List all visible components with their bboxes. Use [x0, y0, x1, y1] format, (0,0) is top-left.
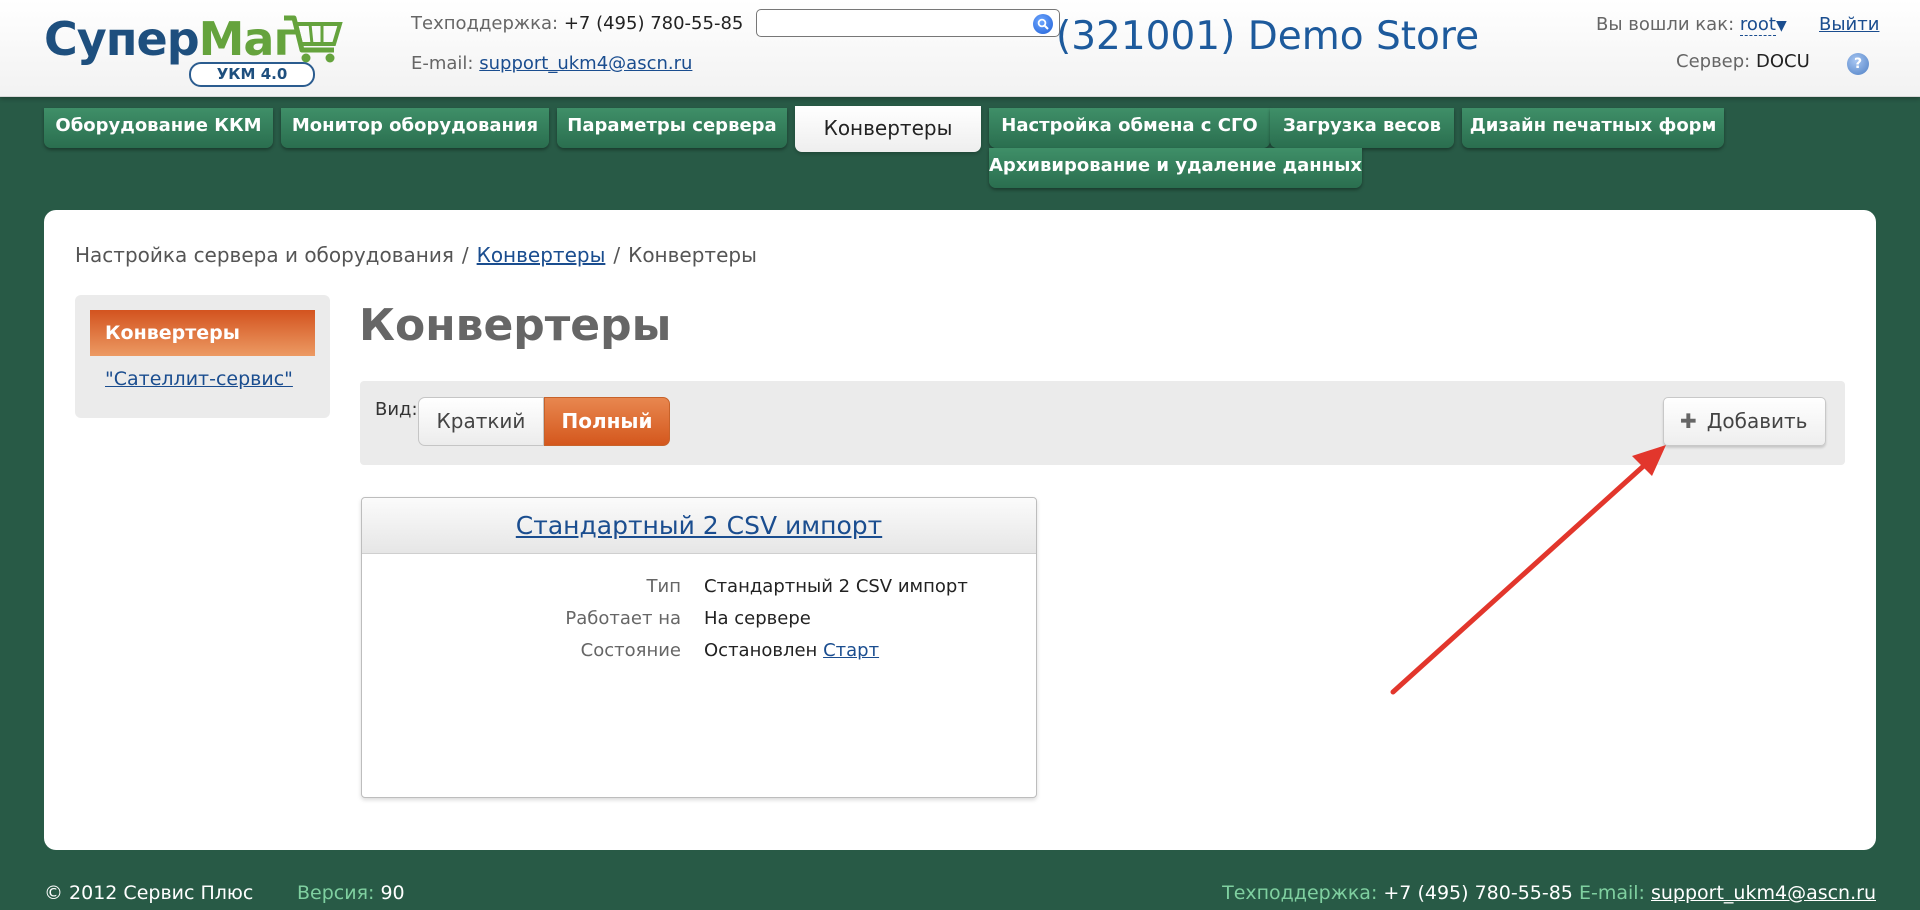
- footer-version-value: 90: [380, 882, 405, 904]
- converter-runs-on-value: На сервере: [704, 608, 811, 629]
- server-label: Сервер:: [1676, 51, 1751, 72]
- view-label: Вид:: [375, 399, 418, 420]
- sidebar-item-converters[interactable]: Конвертеры: [90, 310, 315, 356]
- user-info: Вы вошли как: root▼: [1596, 14, 1787, 36]
- tab-server-params[interactable]: Параметры сервера: [557, 108, 787, 148]
- footer-email-label: E-mail:: [1578, 882, 1645, 904]
- tab-archiving[interactable]: Архивирование и удаление данных: [989, 148, 1362, 188]
- tab-converters[interactable]: Конвертеры: [795, 106, 981, 152]
- converter-state-text: Остановлен: [704, 640, 818, 661]
- breadcrumb-converters-link[interactable]: Конвертеры: [477, 243, 606, 267]
- converter-type-value: Стандартный 2 CSV импорт: [704, 576, 968, 597]
- support-info: Техподдержка: +7 (495) 780-55-85 E-mail:…: [411, 12, 743, 92]
- footer-email-link[interactable]: support_ukm4@ascn.ru: [1651, 882, 1876, 904]
- chevron-down-icon[interactable]: ▼: [1776, 18, 1787, 34]
- tab-scales-loading[interactable]: Загрузка весов: [1270, 108, 1454, 148]
- server-name: DOCU: [1755, 51, 1810, 72]
- view-full-toggle[interactable]: Полный: [544, 397, 670, 446]
- logo-badge: УКМ 4.0: [189, 62, 315, 87]
- tab-kkm-equipment[interactable]: Оборудование ККМ: [44, 108, 273, 148]
- search-box: [756, 9, 1060, 37]
- converter-type-row: Тип Стандартный 2 CSV импорт: [362, 572, 1036, 602]
- help-icon[interactable]: ?: [1847, 53, 1869, 75]
- converter-runs-on-row: Работает на На сервере: [362, 604, 1036, 634]
- converter-runs-on-label: Работает на: [565, 608, 681, 629]
- converter-card-header: Стандартный 2 CSV импорт: [362, 498, 1036, 554]
- cart-icon: [284, 15, 343, 63]
- converter-state-value: Остановлен Старт: [704, 636, 879, 666]
- add-button-label: Добавить: [1706, 409, 1808, 433]
- tab-print-forms-design[interactable]: Дизайн печатных форм: [1462, 108, 1724, 148]
- server-info: Сервер: DOCU: [1676, 51, 1810, 72]
- footer-support: Техподдержка: +7 (495) 780-55-85 E-mail:…: [1222, 882, 1876, 904]
- converter-state-row: Состояние Остановлен Старт: [362, 636, 1036, 666]
- logout-link[interactable]: Выйти: [1819, 14, 1879, 35]
- user-menu-link[interactable]: root: [1739, 14, 1776, 36]
- view-brief-toggle[interactable]: Краткий: [418, 397, 544, 446]
- breadcrumb-separator: /: [613, 243, 621, 267]
- footer-version-label: Версия:: [297, 882, 375, 904]
- support-email-link[interactable]: support_ukm4@ascn.ru: [479, 53, 692, 74]
- page-title: Конвертеры: [359, 300, 672, 351]
- breadcrumb-current: Конвертеры: [628, 243, 757, 267]
- support-phone-label: Техподдержка:: [411, 13, 559, 34]
- header: СуперМаг УКМ 4.0 Техподдержка: +7 (495) …: [0, 0, 1920, 97]
- converter-state-label: Состояние: [580, 640, 681, 661]
- search-icon[interactable]: [1033, 14, 1053, 34]
- support-email-label: E-mail:: [411, 53, 474, 74]
- user-label: Вы вошли как:: [1596, 14, 1735, 35]
- breadcrumb-root: Настройка сервера и оборудования: [75, 243, 454, 267]
- tab-equipment-monitor[interactable]: Монитор оборудования: [281, 108, 549, 148]
- plus-icon: ✚: [1680, 409, 1697, 433]
- search-input[interactable]: [763, 11, 1023, 35]
- store-title: (321001) Demo Store: [1056, 14, 1480, 59]
- breadcrumb: Настройка сервера и оборудования / Конверт…: [75, 243, 757, 267]
- sidebar-item-satellite-service[interactable]: "Сателлит-сервис": [105, 368, 293, 390]
- tab-sgo-exchange[interactable]: Настройка обмена с СГО: [989, 108, 1270, 148]
- breadcrumb-separator: /: [461, 243, 469, 267]
- add-button[interactable]: ✚ Добавить: [1663, 397, 1826, 446]
- logo[interactable]: СуперМаг УКМ 4.0: [44, 10, 356, 90]
- support-phone: +7 (495) 780-55-85: [563, 13, 744, 34]
- footer-phone-label: Техподдержка:: [1222, 882, 1378, 904]
- footer-phone: +7 (495) 780-55-85: [1383, 882, 1573, 904]
- converter-type-label: Тип: [646, 576, 681, 597]
- converter-title-link[interactable]: Стандартный 2 CSV импорт: [516, 511, 882, 540]
- logo-text: СуперМаг: [44, 12, 298, 66]
- footer-copyright: © 2012 Сервис Плюс: [44, 882, 254, 904]
- converter-start-link[interactable]: Старт: [823, 640, 879, 661]
- footer-version: Версия: 90: [297, 882, 405, 904]
- converter-card: Стандартный 2 CSV импорт Тип Стандартный…: [361, 497, 1037, 798]
